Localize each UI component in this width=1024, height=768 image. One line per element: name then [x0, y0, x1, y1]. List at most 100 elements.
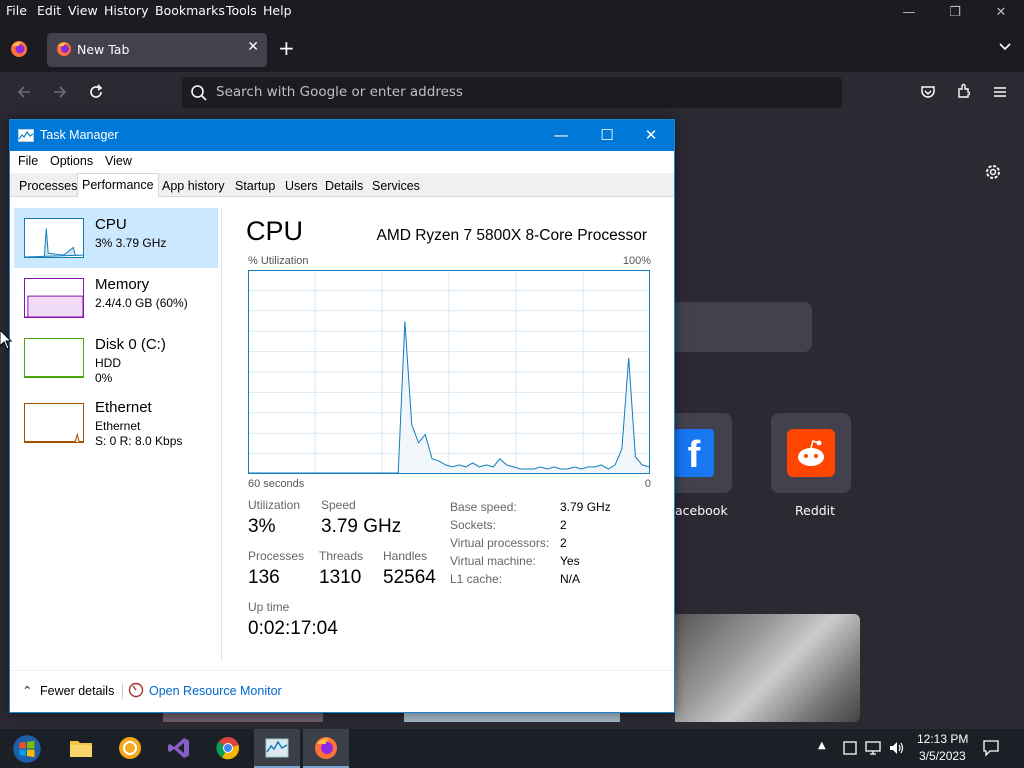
address-bar[interactable]: Search with Google or enter address: [182, 77, 842, 108]
tab-title: New Tab: [77, 42, 130, 57]
clock-date[interactable]: 3/5/2023: [919, 749, 966, 763]
menu-view[interactable]: View: [105, 154, 132, 168]
pocket-icon[interactable]: [920, 84, 936, 100]
tab-details[interactable]: Details: [320, 175, 368, 197]
taskbar-app[interactable]: [107, 729, 153, 768]
maximize-icon[interactable]: ☐: [584, 120, 630, 151]
resource-memory-name: Memory: [95, 276, 150, 293]
close-icon[interactable]: ✕: [628, 120, 674, 151]
cpu-performance-panel: CPU AMD Ryzen 7 5800X 8-Core Processor %…: [222, 198, 674, 660]
menu-tools[interactable]: Tools: [226, 3, 257, 18]
resource-disk-type: HDD: [95, 356, 121, 370]
task-manager-titlebar[interactable]: Task Manager — ☐ ✕: [10, 120, 674, 151]
close-tab-icon[interactable]: ✕: [247, 39, 259, 55]
close-icon[interactable]: ✕: [978, 0, 1024, 26]
hamburger-menu-icon[interactable]: [992, 84, 1008, 100]
taskbar-firefox[interactable]: [303, 729, 349, 768]
chevron-down-icon[interactable]: [998, 40, 1012, 54]
newtab-search-box[interactable]: [674, 302, 812, 352]
task-manager-tabs: Processes Performance App history Startu…: [10, 173, 674, 198]
extensions-icon[interactable]: [956, 83, 972, 99]
ethernet-mini-graph: [24, 403, 84, 443]
resource-ethernet[interactable]: Ethernet Ethernet S: 0 R: 8.0 Kbps: [14, 393, 218, 453]
fewer-details-button[interactable]: ⌃ Fewer details: [22, 683, 114, 698]
minimize-icon[interactable]: —: [538, 120, 584, 151]
back-icon[interactable]: [16, 84, 32, 100]
taskbar-file-explorer[interactable]: [58, 729, 104, 768]
firefox-icon[interactable]: [10, 40, 28, 58]
reload-icon[interactable]: [88, 84, 104, 100]
windows-start-icon: [13, 735, 41, 763]
shortcut-reddit[interactable]: [771, 413, 851, 493]
l1-cache-label: L1 cache:: [450, 572, 503, 586]
chrome-icon: [216, 737, 240, 760]
speed-value: 3.79 GHz: [321, 516, 402, 537]
network-icon[interactable]: [864, 739, 882, 757]
new-tab-icon[interactable]: +: [278, 36, 295, 60]
tab-app-history[interactable]: App history: [157, 175, 230, 197]
start-button[interactable]: [3, 729, 49, 768]
tab-services[interactable]: Services: [367, 175, 425, 197]
menu-edit[interactable]: Edit: [37, 3, 61, 18]
forward-icon[interactable]: [52, 84, 68, 100]
window-title: Task Manager: [40, 128, 119, 142]
resource-cpu[interactable]: CPU 3% 3.79 GHz: [14, 208, 218, 268]
disk-mini-graph: [24, 338, 84, 378]
search-icon: [191, 85, 207, 101]
taskbar-task-manager[interactable]: [254, 729, 300, 768]
restore-icon[interactable]: ❐: [932, 0, 978, 26]
handles-label: Handles: [383, 549, 428, 563]
volume-icon[interactable]: [888, 739, 906, 757]
task-manager-icon: [265, 738, 289, 758]
open-resource-monitor-link[interactable]: Open Resource Monitor: [128, 682, 282, 698]
menu-options[interactable]: Options: [50, 154, 93, 168]
menu-file[interactable]: File: [18, 154, 38, 168]
menu-history[interactable]: History: [104, 3, 148, 18]
tab-startup[interactable]: Startup: [230, 175, 280, 197]
taskbar-visual-studio[interactable]: [156, 729, 202, 768]
cpu-model: AMD Ryzen 7 5800X 8-Core Processor: [376, 227, 647, 244]
handles-value: 52564: [383, 567, 436, 588]
tab-processes[interactable]: Processes: [14, 175, 82, 197]
tab-users[interactable]: Users: [280, 175, 323, 197]
shortcut-reddit-label: Reddit: [795, 503, 836, 518]
tab-performance[interactable]: Performance: [77, 173, 159, 198]
taskbar-chrome[interactable]: [205, 729, 251, 768]
tab-new-tab[interactable]: New Tab ✕: [47, 33, 267, 67]
resource-list: CPU 3% 3.79 GHz Memory 2.4/4.0 GB (60%) …: [10, 198, 221, 660]
virtual-processors-label: Virtual processors:: [450, 536, 550, 550]
base-speed-label: Base speed:: [450, 500, 517, 514]
virtual-processors-value: 2: [560, 536, 567, 550]
notification-icon[interactable]: [982, 739, 1000, 757]
fewer-details-label: Fewer details: [40, 684, 115, 698]
firefox-icon: [315, 737, 337, 759]
minimize-icon[interactable]: —: [886, 0, 932, 26]
sockets-value: 2: [560, 518, 567, 532]
resource-cpu-name: CPU: [95, 216, 127, 233]
resource-disk[interactable]: Disk 0 (C:) HDD 0%: [14, 328, 218, 388]
firefox-tabbar: New Tab ✕ +: [0, 26, 1024, 72]
menu-bookmarks[interactable]: Bookmarks: [155, 3, 225, 18]
resource-ethernet-throughput: S: 0 R: 8.0 Kbps: [95, 434, 183, 448]
story-photo[interactable]: [675, 614, 860, 722]
gear-icon[interactable]: [983, 162, 1003, 182]
menu-view[interactable]: View: [68, 3, 98, 18]
resource-monitor-icon: [128, 682, 144, 698]
story-photo[interactable]: [163, 712, 323, 722]
tray-device-icon[interactable]: [841, 739, 859, 757]
graph-xlabel: 60 seconds: [248, 478, 305, 490]
task-manager-footer: ⌃ Fewer details Open Resource Monitor: [10, 670, 674, 712]
processes-value: 136: [248, 567, 280, 588]
show-hidden-icons-icon[interactable]: ▲: [818, 740, 826, 751]
menu-help[interactable]: Help: [263, 3, 292, 18]
windows-taskbar: ▲ 12:13 PM 3/5/2023: [0, 729, 1024, 768]
task-manager-icon: [18, 129, 34, 142]
speed-label: Speed: [321, 498, 356, 512]
clock-time[interactable]: 12:13 PM: [917, 732, 968, 746]
menu-file[interactable]: File: [6, 3, 27, 18]
resource-memory[interactable]: Memory 2.4/4.0 GB (60%): [14, 268, 218, 328]
story-photo[interactable]: [404, 712, 620, 722]
l1-cache-value: N/A: [560, 572, 581, 586]
resource-disk-usage: 0%: [95, 371, 113, 385]
panel-title: CPU: [246, 216, 304, 246]
